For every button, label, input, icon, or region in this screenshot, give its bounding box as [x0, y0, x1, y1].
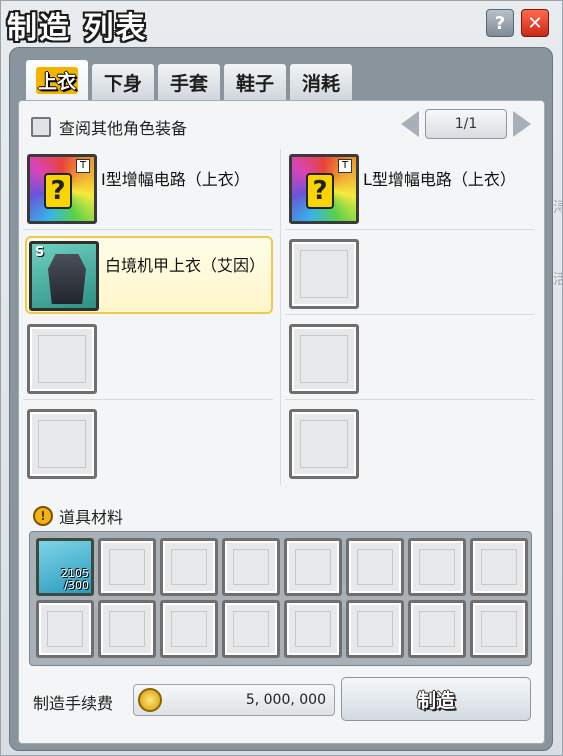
prev-page-icon[interactable]	[401, 111, 419, 137]
recipe-item[interactable]: ? T L型增幅电路（上衣）	[285, 146, 535, 230]
recipe-item[interactable]: ? T I型增幅电路（上衣）	[23, 146, 273, 230]
mystery-box-icon: ? T	[289, 154, 359, 224]
category-tabs: 上衣 下身 手套 鞋子 消耗	[25, 59, 354, 101]
shirt-icon: T	[76, 159, 90, 173]
tab-top[interactable]: 上衣	[25, 59, 90, 101]
background-text: 浔	[553, 200, 563, 216]
recipe-item[interactable]	[285, 316, 535, 400]
material-slot[interactable]	[346, 600, 404, 658]
tab-bottom[interactable]: 下身	[91, 63, 156, 101]
crafting-window: 制造 列表 ? ✕ 上衣 下身 手套 鞋子 消耗 查阅其他角色装备 1/1 ? T…	[0, 0, 563, 756]
fee-value: 5, 000, 000	[245, 692, 326, 708]
empty-slot	[289, 239, 359, 309]
tab-consumables[interactable]: 消耗	[289, 63, 354, 101]
other-character-label: 查阅其他角色装备	[59, 119, 188, 138]
material-slot[interactable]	[160, 538, 218, 596]
recipe-name: 白境机甲上衣（艾因）	[105, 256, 266, 275]
material-slot[interactable]	[470, 538, 528, 596]
background-text: 活	[553, 272, 563, 288]
material-slot[interactable]	[284, 600, 342, 658]
material-slot[interactable]	[408, 600, 466, 658]
material-slot[interactable]	[98, 600, 156, 658]
materials-header: ! 道具材料	[33, 504, 123, 528]
gold-coin-icon	[138, 688, 162, 712]
recipe-item[interactable]	[285, 231, 535, 315]
recipe-item[interactable]	[23, 316, 273, 400]
recipe-name: L型增幅电路（上衣）	[363, 170, 516, 189]
other-character-filter[interactable]: 查阅其他角色装备	[31, 115, 187, 139]
empty-slot	[289, 409, 359, 479]
recipe-item[interactable]	[285, 401, 535, 485]
mystery-box-icon: ? T	[27, 154, 97, 224]
recipe-list: ? T I型增幅电路（上衣） ? T L型增幅电路（上衣） S 白境机甲上衣（艾因）	[23, 146, 539, 488]
make-button[interactable]: 制造	[341, 677, 531, 721]
crystal-material-icon[interactable]: 2105/300	[36, 538, 94, 596]
recipe-item[interactable]	[23, 401, 273, 485]
tab-shoes[interactable]: 鞋子	[223, 63, 288, 101]
close-button[interactable]: ✕	[521, 9, 549, 37]
material-slot[interactable]	[160, 600, 218, 658]
recipe-name: I型增幅电路（上衣）	[101, 170, 250, 189]
help-icon: ?	[494, 12, 506, 34]
grade-badge: S	[35, 245, 45, 260]
info-icon: !	[33, 506, 53, 526]
material-slot[interactable]	[408, 538, 466, 596]
material-count: 2105/300	[61, 567, 89, 592]
shirt-icon: T	[338, 159, 352, 173]
material-slot[interactable]	[284, 538, 342, 596]
armor-coat-icon: S	[29, 241, 99, 311]
material-slot[interactable]	[98, 538, 156, 596]
material-slot[interactable]	[36, 600, 94, 658]
tab-gloves[interactable]: 手套	[157, 63, 222, 101]
next-page-icon[interactable]	[513, 111, 531, 137]
page-indicator: 1/1	[425, 109, 507, 139]
recipe-item-selected[interactable]: S 白境机甲上衣（艾因）	[25, 236, 273, 314]
title-bar[interactable]: 制造 列表 ? ✕	[1, 1, 563, 47]
material-slot[interactable]	[222, 600, 280, 658]
tab-top-label: 上衣	[36, 67, 79, 94]
fee-display: 5, 000, 000	[133, 684, 335, 716]
empty-slot	[27, 409, 97, 479]
fee-label: 制造手续费	[33, 694, 114, 713]
empty-slot	[27, 324, 97, 394]
empty-slot	[289, 324, 359, 394]
material-slot[interactable]	[470, 600, 528, 658]
help-button[interactable]: ?	[486, 9, 514, 37]
materials-grid: 2105/300	[29, 531, 532, 666]
close-icon: ✕	[527, 12, 543, 34]
materials-label: 道具材料	[59, 508, 124, 527]
other-character-checkbox[interactable]	[31, 117, 51, 137]
material-slot[interactable]	[222, 538, 280, 596]
window-title: 制造 列表	[7, 11, 148, 46]
material-slot[interactable]	[346, 538, 404, 596]
pager: 1/1	[401, 109, 531, 139]
